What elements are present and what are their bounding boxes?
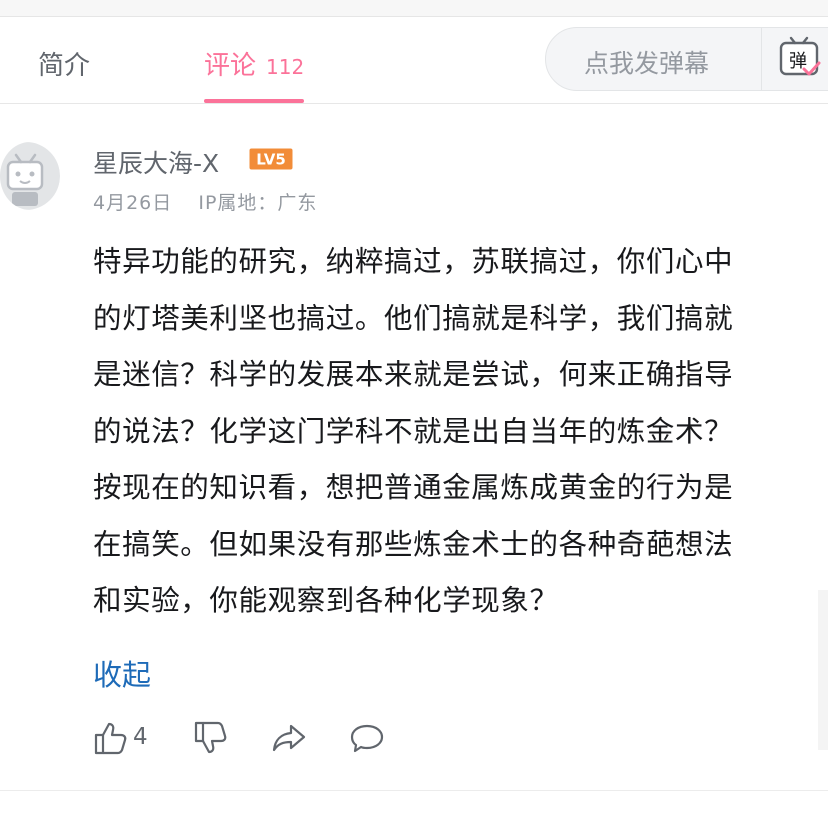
reply-bubble-icon xyxy=(349,720,385,756)
share-button[interactable] xyxy=(271,720,307,756)
like-button[interactable] xyxy=(93,720,129,756)
thumbs-down-icon xyxy=(193,720,229,756)
tab-comments[interactable]: 评论 112 xyxy=(204,45,304,82)
tab-intro[interactable]: 简介 xyxy=(38,45,90,82)
comment-item: 星辰大海-X LV5 4月26日 IP属地：广东 特异功能的研究，纳粹搞过，苏联… xyxy=(0,104,828,784)
comment-text: 特异功能的研究，纳粹搞过，苏联搞过，你们心中 的灯塔美利坚也搞过。他们搞就是科学… xyxy=(93,234,823,630)
avatar[interactable] xyxy=(0,142,60,210)
comment-line: 特异功能的研究，纳粹搞过，苏联搞过，你们心中 xyxy=(93,245,734,278)
active-tab-indicator xyxy=(204,99,304,103)
danmaku-divider xyxy=(761,28,762,90)
comment-date: 4月26日 xyxy=(93,192,173,214)
scroll-edge xyxy=(818,590,828,750)
comment-line: 的灯塔美利坚也搞过。他们搞就是科学，我们搞就 xyxy=(93,301,734,335)
like-count: 4 xyxy=(133,724,148,750)
dislike-button[interactable] xyxy=(193,720,229,756)
comment-line: 和实验，你能观察到各种化学现象？ xyxy=(93,584,559,617)
comments-count: 112 xyxy=(266,55,305,79)
comment-meta: 4月26日 IP属地：广东 xyxy=(93,188,317,215)
tab-bar: 简介 评论 112 点我发弹幕 xyxy=(0,17,828,104)
collapse-link[interactable]: 收起 xyxy=(93,652,151,694)
tab-comments-label: 评论 xyxy=(204,51,257,81)
comment-line: 是迷信？科学的发展本来就是尝试，何来正确指导 xyxy=(93,358,734,391)
reply-button[interactable] xyxy=(349,720,385,756)
thumbs-up-icon xyxy=(93,720,129,756)
ip-location: IP属地：广东 xyxy=(198,192,318,214)
comment-line: 按现在的知识看，想把普通金属炼成黄金的行为是 xyxy=(93,471,734,504)
comment-line: 的说法？化学这门学科不就是出自当年的炼金术？ xyxy=(93,414,734,448)
comment-line: 在搞笑。但如果没有那些炼金术士的各种奇葩想法 xyxy=(93,527,734,561)
comment-actions: 4 xyxy=(93,720,493,760)
bottom-divider xyxy=(0,790,828,791)
danmaku-placeholder: 点我发弹幕 xyxy=(584,49,710,78)
tab-intro-label: 简介 xyxy=(38,51,91,81)
share-icon xyxy=(271,720,307,756)
level-badge-text: LV5 xyxy=(256,151,286,169)
level-badge-icon: LV5 xyxy=(249,148,293,174)
username[interactable]: 星辰大海-X xyxy=(93,144,219,180)
danmaku-toggle-icon[interactable]: 弹 xyxy=(778,36,822,80)
top-strip xyxy=(0,0,828,17)
